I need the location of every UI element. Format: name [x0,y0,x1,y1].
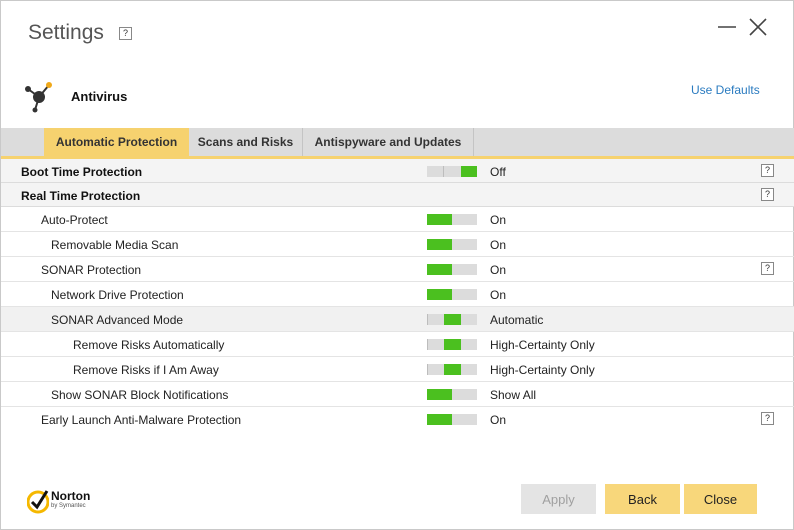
setting-status: On [490,263,507,277]
setting-status: High-Certainty Only [490,363,595,377]
norton-brand-sub: by Symantec [51,503,86,509]
setting-row-removable-media-scan: Removable Media Scan On [1,232,794,257]
tab-automatic-protection[interactable]: Automatic Protection [44,128,189,156]
setting-status: Show All [490,388,537,402]
window-title: Settings [28,21,104,44]
setting-label: Auto-Protect [41,213,108,227]
norton-brand: Norton [51,489,91,503]
setting-row-remove-risks-if-away: Remove Risks if I Am Away High-Certainty… [1,357,794,382]
setting-row-remove-risks-automatically: Remove Risks Automatically High-Certaint… [1,332,794,357]
setting-label: Removable Media Scan [51,238,179,252]
minimize-icon[interactable] [715,15,739,39]
norton-logo: Norton by Symantec [27,486,117,518]
tab-bar: Automatic Protection Scans and Risks Ant… [1,128,794,159]
setting-row-auto-protect: Auto-Protect On [1,207,794,232]
apply-button[interactable]: Apply [521,484,596,514]
section-title: Antivirus [71,89,128,104]
removable-media-scan-toggle[interactable] [427,239,477,250]
network-drive-protection-toggle[interactable] [427,289,477,300]
setting-status: On [490,413,507,427]
antivirus-molecule-icon [25,82,52,113]
show-sonar-block-notifications-toggle[interactable] [427,389,477,400]
setting-label: Real Time Protection [21,189,141,203]
setting-row-show-sonar-block-notifications: Show SONAR Block Notifications Show All [1,382,794,407]
help-icon[interactable]: ? [761,188,774,201]
setting-label: SONAR Advanced Mode [51,313,184,327]
setting-row-real-time-protection: Real Time Protection ? [1,183,794,207]
use-defaults-link[interactable]: Use Defaults [691,83,760,97]
setting-status: High-Certainty Only [490,338,595,352]
help-icon[interactable]: ? [761,262,774,275]
settings-list: Boot Time Protection Off ? Real Time Pro… [1,159,794,432]
setting-row-sonar-protection: SONAR Protection On ? [1,257,794,282]
tab-antispyware-and-updates[interactable]: Antispyware and Updates [303,128,474,156]
remove-risks-if-away-toggle[interactable] [427,364,477,375]
help-icon[interactable]: ? [761,164,774,177]
setting-label: Remove Risks if I Am Away [73,363,219,377]
setting-status: On [490,288,507,302]
setting-status: Off [490,165,506,179]
close-button[interactable]: Close [684,484,757,514]
auto-protect-toggle[interactable] [427,214,477,225]
setting-row-early-launch-anti-malware: Early Launch Anti-Malware Protection On … [1,407,794,432]
setting-label: Boot Time Protection [21,165,143,179]
sonar-protection-toggle[interactable] [427,264,477,275]
remove-risks-automatically-toggle[interactable] [427,339,477,350]
setting-label: Show SONAR Block Notifications [51,388,229,402]
setting-row-network-drive-protection: Network Drive Protection On [1,282,794,307]
help-icon[interactable]: ? [761,412,774,425]
back-button[interactable]: Back [605,484,680,514]
sonar-advanced-mode-toggle[interactable] [427,314,477,325]
setting-label: SONAR Protection [41,263,142,277]
setting-row-boot-time-protection: Boot Time Protection Off ? [1,159,794,183]
settings-window: Settings ? Antivirus Use Defaults Automa… [0,0,794,530]
setting-status: On [490,238,507,252]
setting-status: Automatic [490,313,544,327]
title-help-icon[interactable]: ? [119,27,132,40]
boot-time-protection-toggle[interactable] [427,166,477,177]
setting-label: Early Launch Anti-Malware Protection [41,413,242,427]
close-icon[interactable] [746,15,770,39]
setting-label: Remove Risks Automatically [73,338,225,352]
norton-check-icon [27,490,49,514]
tab-scans-and-risks[interactable]: Scans and Risks [189,128,303,156]
early-launch-anti-malware-toggle[interactable] [427,414,477,425]
setting-row-sonar-advanced-mode: SONAR Advanced Mode Automatic [1,307,794,332]
setting-status: On [490,213,507,227]
setting-label: Network Drive Protection [51,288,184,302]
